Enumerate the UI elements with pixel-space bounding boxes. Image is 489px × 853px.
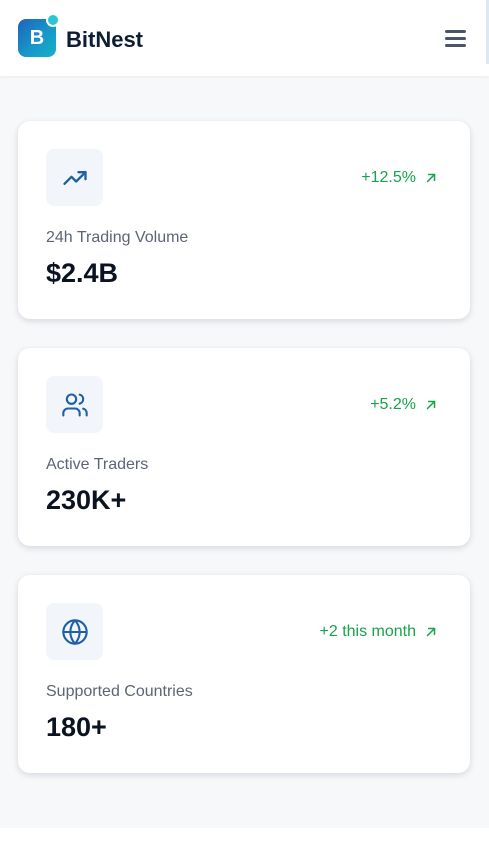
stat-card-active-traders: +5.2% Active Traders 230K+ [18,348,470,546]
stat-icon-container [46,376,103,433]
brand-name[interactable]: BitNest [66,26,143,54]
menu-button[interactable] [441,24,469,52]
stat-change-text: +12.5% [361,169,416,186]
stat-icon-container [46,603,103,660]
stat-value: 230K+ [46,485,127,515]
stat-label: Supported Countries [46,683,193,700]
hamburger-icon-bar [445,37,466,40]
stat-change-text: +2 this month [319,623,417,640]
globe-icon [62,619,88,645]
arrow-up-right-icon [426,627,436,637]
stat-icon-container [46,149,103,206]
stat-change: +2 this month [320,621,439,643]
top-nav-header: B BitNest [0,0,489,76]
logo-dot [46,13,60,27]
stat-value: $2.4B [46,258,119,288]
stats-section: +12.5% 24h Trading Volume $2.4B +5.2% Ac… [0,76,489,828]
stat-change: +12.5% [361,167,438,189]
stat-change: +5.2% [370,394,438,416]
stat-change-text: +5.2% [370,396,416,413]
hamburger-icon-bar [445,44,466,47]
hamburger-icon [445,30,466,33]
stat-card-trading-volume: +12.5% 24h Trading Volume $2.4B [18,121,470,319]
stat-label: 24h Trading Volume [46,229,189,246]
users-icon [62,393,88,417]
logo[interactable]: B [18,13,60,57]
arrow-up-right-icon [426,400,436,410]
arrow-up-right-icon [426,173,436,183]
stat-card-supported-countries: +2 this month Supported Countries 180+ [18,575,470,773]
stat-value: 180+ [46,712,107,742]
trending-up-icon [63,171,87,185]
stat-label: Active Traders [46,456,149,473]
